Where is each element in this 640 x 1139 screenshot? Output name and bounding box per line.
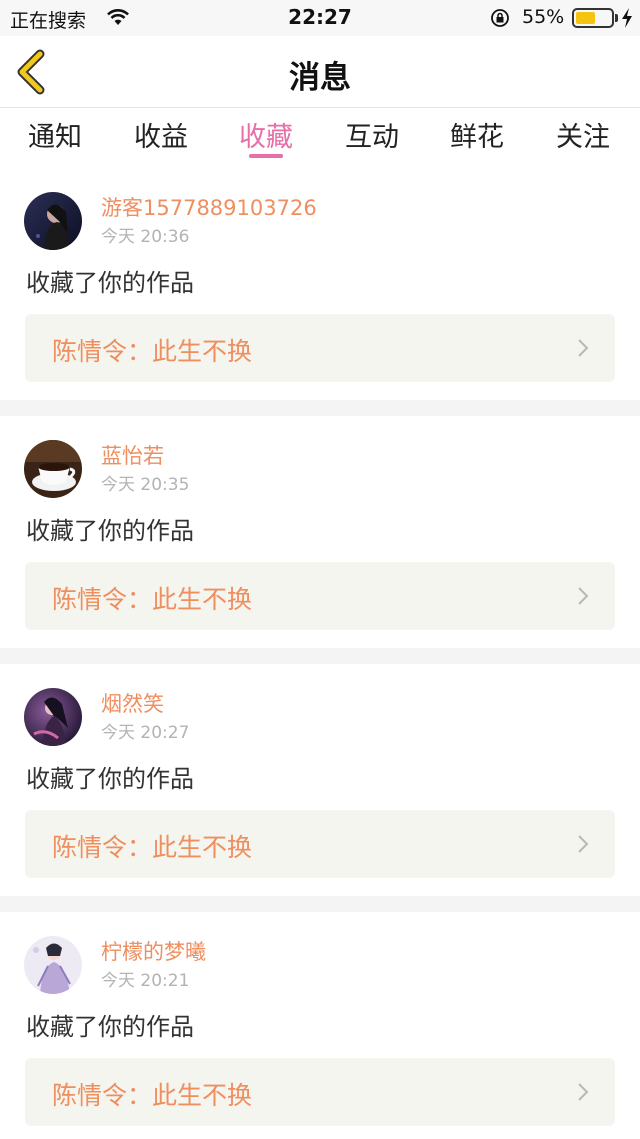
user-name[interactable]: 蓝怡若 [101, 440, 164, 470]
item-time: 今天 20:36 [101, 227, 190, 247]
chevron-right-icon [578, 835, 589, 853]
tab-follows[interactable]: 关注 [530, 115, 636, 154]
chevron-right-icon [578, 587, 589, 605]
battery-percent: 55% [522, 6, 565, 28]
item-time: 今天 20:21 [101, 971, 190, 991]
battery-fill [576, 12, 595, 24]
nav-bar: 消息 [0, 36, 640, 108]
work-title: 陈情令：此生不换 [52, 1081, 253, 1110]
divider [0, 896, 640, 912]
work-title: 陈情令：此生不换 [52, 585, 253, 614]
tab-bar: 通知 收益 收藏 互动 鲜花 关注 [0, 109, 640, 167]
orientation-lock-icon [491, 9, 509, 27]
battery-icon [572, 8, 614, 28]
status-bar: 正在搜索 22:27 55% [0, 0, 640, 36]
avatar[interactable] [24, 936, 82, 994]
work-card[interactable]: 陈情令：此生不换 [25, 562, 615, 630]
tab-flowers[interactable]: 鲜花 [424, 115, 530, 154]
divider [0, 400, 640, 416]
tab-earnings[interactable]: 收益 [108, 115, 214, 154]
item-time: 今天 20:27 [101, 723, 190, 743]
user-name[interactable]: 游客1577889103726 [101, 192, 317, 222]
avatar[interactable] [24, 192, 82, 250]
work-card[interactable]: 陈情令：此生不换 [25, 314, 615, 382]
user-name[interactable]: 烟然笑 [101, 688, 164, 718]
list-item[interactable]: 柠檬的梦曦 今天 20:21 收藏了你的作品 陈情令：此生不换 [0, 912, 640, 1139]
work-title: 陈情令：此生不换 [52, 833, 253, 862]
avatar[interactable] [24, 688, 82, 746]
avatar[interactable] [24, 440, 82, 498]
divider [0, 648, 640, 664]
user-name[interactable]: 柠檬的梦曦 [101, 936, 206, 966]
list-item[interactable]: 烟然笑 今天 20:27 收藏了你的作品 陈情令：此生不换 [0, 664, 640, 896]
work-card[interactable]: 陈情令：此生不换 [25, 1058, 615, 1126]
work-card[interactable]: 陈情令：此生不换 [25, 810, 615, 878]
action-text: 收藏了你的作品 [26, 517, 194, 545]
tab-notifications[interactable]: 通知 [2, 115, 108, 154]
action-text: 收藏了你的作品 [26, 269, 194, 297]
tab-favorites[interactable]: 收藏 [213, 115, 319, 154]
list-item[interactable]: 游客1577889103726 今天 20:36 收藏了你的作品 陈情令：此生不… [0, 168, 640, 400]
active-tab-indicator [249, 154, 283, 158]
action-text: 收藏了你的作品 [26, 765, 194, 793]
list-item[interactable]: 蓝怡若 今天 20:35 收藏了你的作品 陈情令：此生不换 [0, 416, 640, 648]
action-text: 收藏了你的作品 [26, 1013, 194, 1041]
page-title: 消息 [289, 60, 351, 96]
charging-bolt-icon [622, 8, 632, 28]
work-title: 陈情令：此生不换 [52, 337, 253, 366]
item-time: 今天 20:35 [101, 475, 190, 495]
chevron-right-icon [578, 339, 589, 357]
tab-interactions[interactable]: 互动 [319, 115, 425, 154]
battery-tip [615, 14, 618, 22]
chevron-right-icon [578, 1083, 589, 1101]
